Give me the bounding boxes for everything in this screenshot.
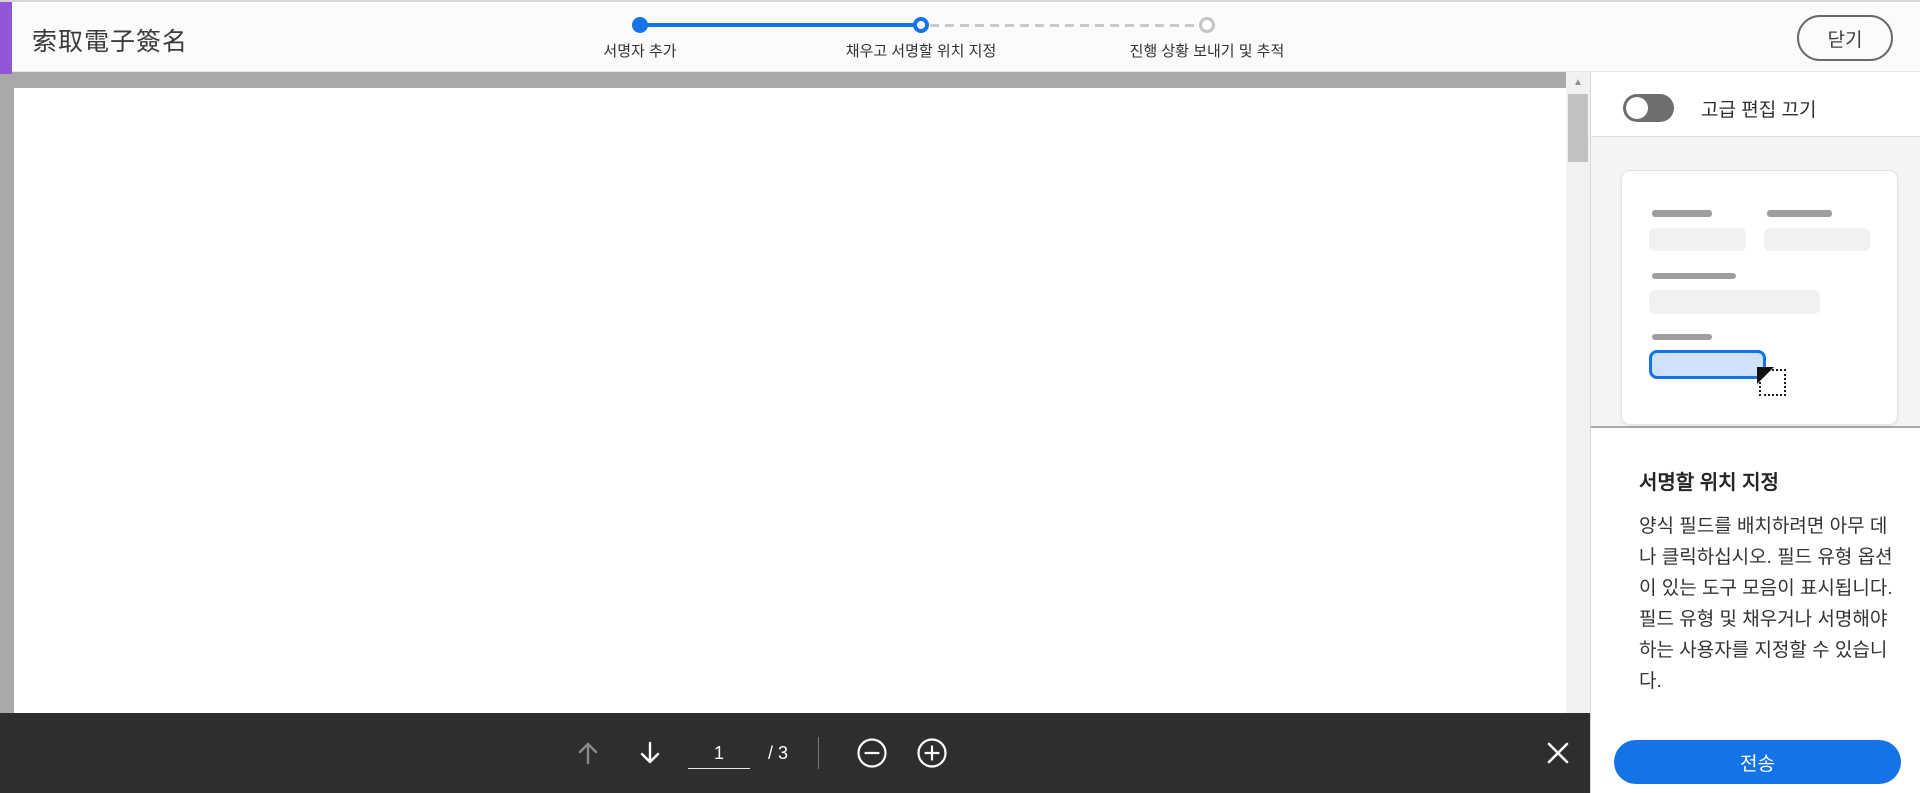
panel-description: 양식 필드를 배치하려면 아무 데나 클릭하십시오. 필드 유형 옵션이 있는 … — [1639, 516, 1893, 692]
skeleton-field — [1649, 290, 1820, 314]
step-dot-place-fields — [913, 17, 929, 33]
panel-heading: 서명할 위치 지정 — [1639, 472, 1779, 494]
field-placement-preview — [1591, 136, 1920, 428]
toggle-label: 고급 편집 끄기 — [1701, 99, 1817, 121]
skeleton-label — [1652, 210, 1712, 217]
accent-bar — [0, 2, 12, 74]
stepper-line-complete — [644, 23, 920, 27]
document-viewer[interactable] — [0, 72, 1566, 793]
page-number-input[interactable] — [688, 739, 750, 769]
skeleton-label — [1652, 273, 1736, 279]
step-label-place-fields: 채우고 서명할 위치 지정 — [845, 43, 997, 60]
page-total-label: / 3 — [768, 743, 789, 763]
skeleton-label — [1767, 210, 1832, 217]
toolbar-divider — [818, 737, 819, 769]
signature-field-highlight — [1649, 350, 1766, 379]
place-field-cursor-icon — [1757, 367, 1786, 396]
stepper-line-upcoming — [930, 24, 1200, 27]
header: 索取電子簽名 서명자 추가 채우고 서명할 위치 지정 진행 상황 보내기 및 … — [0, 0, 1920, 74]
next-page-icon[interactable] — [632, 735, 668, 771]
advanced-editing-row: 고급 편집 끄기 — [1623, 94, 1816, 122]
advanced-editing-toggle[interactable] — [1623, 94, 1674, 122]
toolbar-close-icon[interactable] — [1540, 735, 1576, 771]
skeleton-field — [1764, 228, 1870, 251]
document-page[interactable] — [14, 88, 1566, 793]
vertical-scrollbar[interactable]: ▲ — [1566, 72, 1590, 713]
send-button[interactable]: 전송 — [1614, 740, 1901, 784]
skeleton-label — [1652, 334, 1712, 340]
step-dot-send-track — [1199, 17, 1215, 33]
previous-page-icon[interactable] — [570, 735, 606, 771]
skeleton-field — [1649, 228, 1746, 251]
progress-stepper: 서명자 추가 채우고 서명할 위치 지정 진행 상황 보내기 및 추적 — [560, 12, 1360, 64]
page-toolbar: / 3 — [0, 713, 1590, 793]
panel-instructions: 서명할 위치 지정 양식 필드를 배치하려면 아무 데나 클릭하십시오. 필드 … — [1639, 466, 1901, 697]
request-esign-window: 索取電子簽名 서명자 추가 채우고 서명할 위치 지정 진행 상황 보내기 및 … — [0, 0, 1920, 793]
page-title: 索取電子簽名 — [32, 28, 189, 56]
step-label-add-signers: 서명자 추가 — [603, 43, 677, 60]
cursor-arrow-icon — [1757, 367, 1774, 384]
step-label-send-track: 진행 상황 보내기 및 추적 — [1129, 43, 1285, 60]
toggle-knob — [1626, 97, 1648, 119]
side-panel: 고급 편집 끄기 서명할 위치 지정 양식 필드를 배치하려면 아무 데나 클릭… — [1590, 72, 1920, 793]
preview-card — [1621, 170, 1898, 425]
zoom-in-icon[interactable] — [914, 735, 950, 771]
scroll-up-icon[interactable]: ▲ — [1566, 74, 1590, 92]
close-button[interactable]: 닫기 — [1797, 15, 1893, 61]
scrollbar-thumb[interactable] — [1568, 94, 1588, 162]
zoom-out-icon[interactable] — [854, 735, 890, 771]
step-dot-add-signers — [632, 17, 648, 33]
